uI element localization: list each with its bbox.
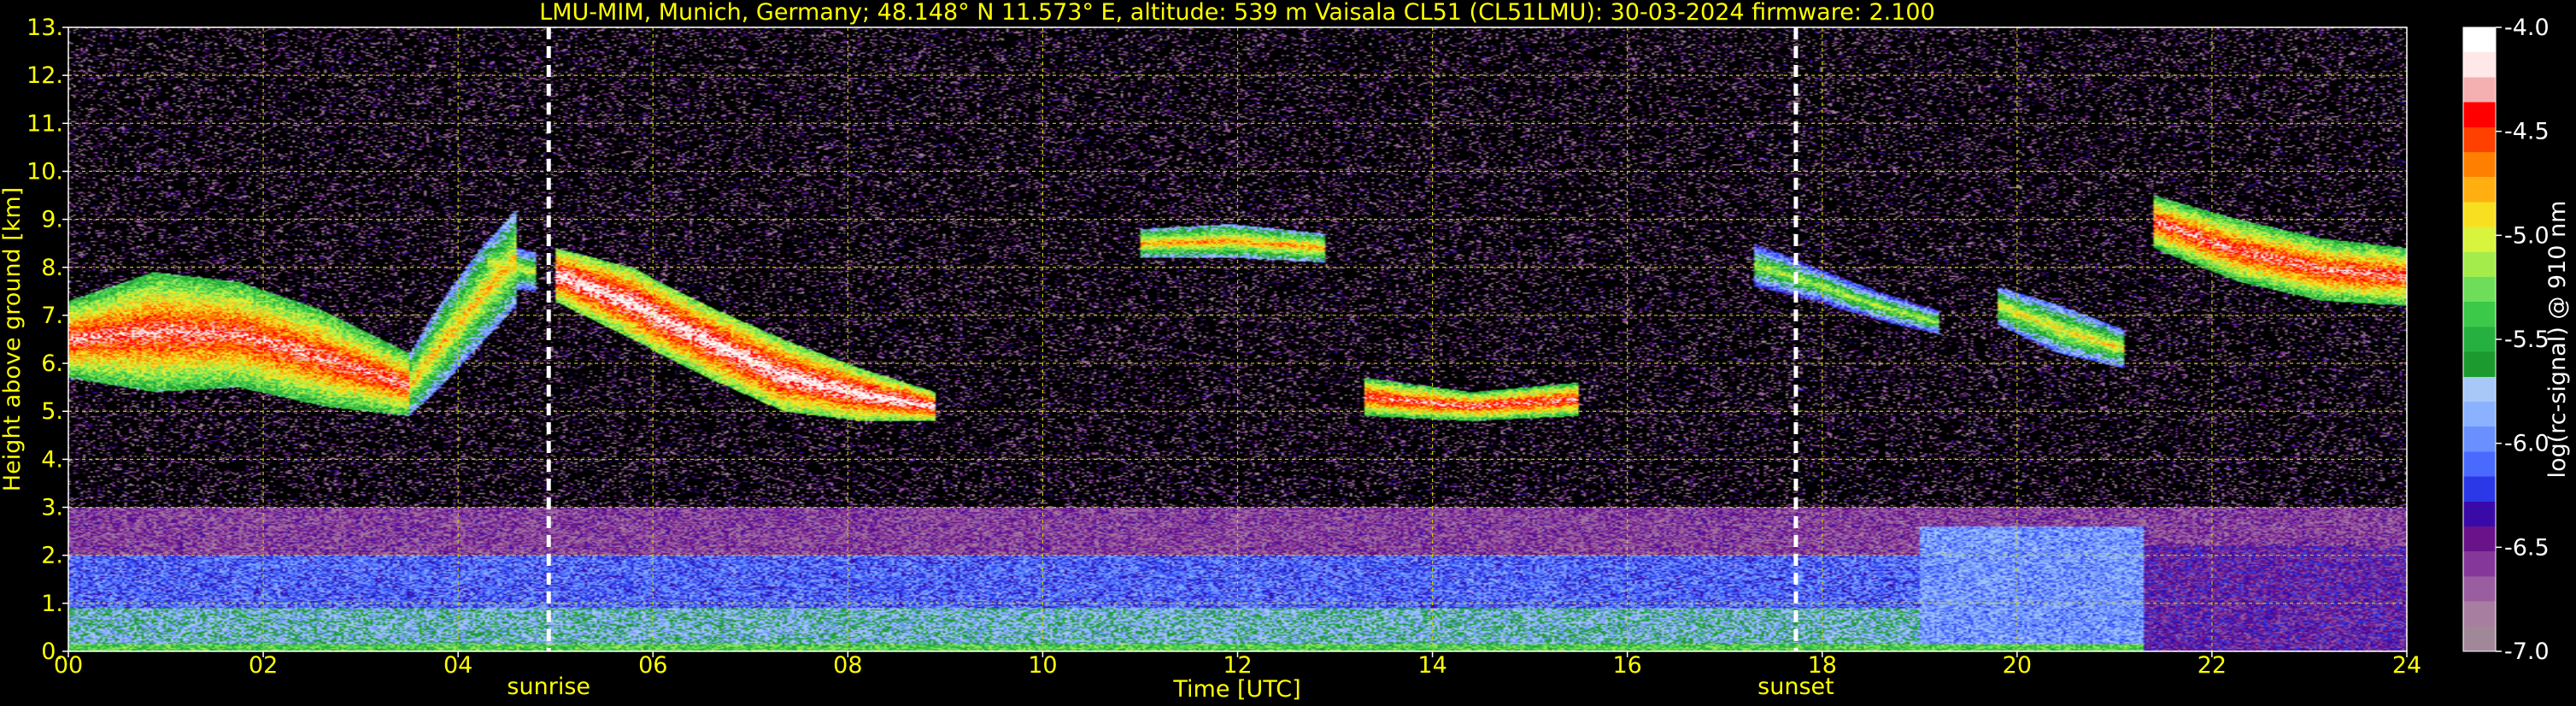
- x-tick-label: 10: [1028, 652, 1057, 679]
- x-tick-label: 16: [1612, 652, 1641, 679]
- y-tick-label: 4.: [41, 446, 63, 473]
- y-tick-label: 11.: [26, 110, 63, 137]
- x-tick-label: 04: [443, 652, 472, 679]
- x-tick-label: 12: [1223, 652, 1252, 679]
- y-tick-label: 0.: [41, 638, 63, 665]
- chart-title: LMU-MIM, Munich, Germany; 48.148° N 11.5…: [539, 0, 1935, 26]
- x-tick-label: 22: [2198, 652, 2227, 679]
- backscatter-heatmap: [68, 27, 2407, 651]
- colorbar-label: log(rc-signal) @ 910 nm: [2544, 201, 2571, 479]
- colorbar-tick-label: -4.5: [2504, 119, 2550, 145]
- sunrise-label: sunrise: [507, 674, 590, 700]
- y-tick-label: 8.: [41, 255, 63, 281]
- x-axis-label: Time [UTC]: [1172, 676, 1300, 703]
- colorbar-tick-label: -5.5: [2504, 327, 2550, 353]
- y-tick-label: 3.: [41, 495, 63, 521]
- y-tick-label: 10.: [26, 158, 63, 185]
- y-tick-label: 6.: [41, 350, 63, 377]
- y-tick-label: 12.: [26, 62, 63, 89]
- colorbar-tick-label: -4.0: [2504, 15, 2550, 41]
- y-axis-label: Height above ground [km]: [0, 187, 26, 491]
- plot-area: [67, 26, 2408, 652]
- y-tick-label: 5.: [41, 398, 63, 425]
- y-tick-label: 13.: [26, 15, 63, 41]
- chart: 00 02 04 06 08 10 12 14 16 18 20 22 24 0.1.2.3.4.5.6…: [0, 0, 2576, 706]
- y-tick-label: 9.: [41, 207, 63, 233]
- x-tick-label: 20: [2003, 652, 2032, 679]
- x-tick-label: 06: [638, 652, 667, 679]
- sunset-label: sunset: [1757, 674, 1834, 700]
- colorbar-tick-label: -6.0: [2504, 431, 2550, 457]
- y-tick-label: 2.: [41, 543, 63, 569]
- y-tick-label: 1.: [41, 591, 63, 617]
- x-tick-label: 14: [1417, 652, 1446, 679]
- x-tick-label: 08: [833, 652, 862, 679]
- y-tick-label: 7.: [41, 303, 63, 329]
- colorbar-gradient: [2463, 27, 2496, 651]
- colorbar-tick-label: -6.5: [2504, 534, 2550, 561]
- colorbar-tick-label: -7.0: [2504, 638, 2550, 665]
- colorbar-tick-label: -5.0: [2504, 222, 2550, 249]
- x-tick-label: 02: [249, 652, 278, 679]
- x-tick-label: 24: [2392, 652, 2421, 679]
